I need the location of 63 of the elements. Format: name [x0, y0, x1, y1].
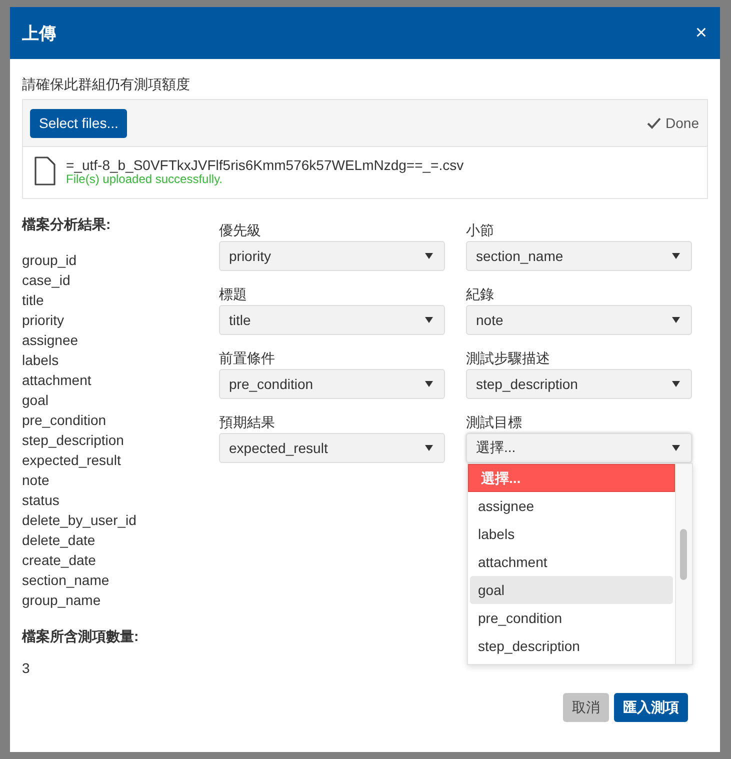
field-label: 標題: [219, 286, 247, 302]
file-icon: [34, 156, 56, 186]
dialog-title: 上傳: [22, 22, 56, 44]
select-field[interactable]: note: [466, 305, 692, 335]
scrollbar-thumb[interactable]: [680, 529, 687, 580]
field-name: create_date: [22, 551, 96, 570]
dropdown-option[interactable]: pre_condition: [470, 604, 673, 632]
field-name: priority: [22, 311, 64, 330]
field-name: attachment: [22, 371, 92, 390]
select-field[interactable]: expected_result: [219, 433, 445, 463]
field-label: 紀錄: [466, 286, 494, 302]
field-name: group_name: [22, 591, 101, 610]
field-name: case_id: [22, 271, 70, 290]
caret-icon: [425, 253, 433, 259]
field-label: 前置條件: [219, 350, 275, 366]
import-button[interactable]: 匯入測項: [614, 693, 688, 722]
field-name: status: [22, 491, 60, 510]
field-name: delete_by_user_id: [22, 511, 136, 530]
field-name: assignee: [22, 331, 78, 350]
field-label: 預期結果: [219, 414, 275, 430]
check-icon: [646, 117, 661, 129]
field-name: note: [22, 471, 50, 490]
dropdown-option[interactable]: assignee: [470, 492, 673, 520]
select-field[interactable]: section_name: [466, 241, 692, 271]
caret-icon: [672, 445, 680, 451]
file-name: =_utf-8_b_S0VFTkxJVFlf5ris6Kmm576k57WELmNzdg==_=.csv: [66, 156, 464, 172]
field-name: goal: [22, 391, 48, 410]
notice-text: 請確保此群組仍有測項額度: [22, 75, 190, 93]
field-label: 小節: [466, 222, 494, 238]
section-heading: 檔案所含測項數量:: [22, 628, 139, 644]
field-name: labels: [22, 351, 59, 370]
status-text: Done: [666, 115, 699, 131]
cancel-button[interactable]: 取消: [563, 693, 609, 722]
field-name: step_description: [22, 431, 124, 450]
caret-icon: [425, 317, 433, 323]
dropdown-option[interactable]: labels: [470, 520, 673, 548]
caret-icon: [672, 317, 680, 323]
section-heading: 檔案分析結果:: [22, 216, 111, 232]
caret-icon: [425, 381, 433, 387]
field-name: group_id: [22, 251, 76, 270]
select-field[interactable]: 選擇...: [466, 433, 692, 463]
dropdown-option[interactable]: goal: [470, 576, 673, 604]
caret-icon: [672, 381, 680, 387]
field-name: expected_result: [22, 451, 121, 470]
select-files-button[interactable]: Select files...: [30, 108, 128, 138]
field-name: section_name: [22, 571, 110, 590]
select-field[interactable]: title: [219, 305, 445, 335]
case-count: 3: [22, 660, 30, 676]
caret-icon: [425, 445, 433, 451]
select-field[interactable]: priority: [219, 241, 445, 271]
select-field[interactable]: pre_condition: [219, 369, 445, 399]
success-message: File(s) uploaded successfully.: [66, 172, 223, 186]
field-name: pre_condition: [22, 411, 106, 430]
field-name: delete_date: [22, 531, 96, 550]
close-button[interactable]: ×: [695, 23, 707, 43]
field-name: title: [22, 291, 44, 310]
field-label: 測試目標: [466, 414, 522, 430]
field-label: 測試步驟描述: [466, 350, 550, 366]
select-field[interactable]: step_description: [466, 369, 692, 399]
caret-icon: [672, 253, 680, 259]
field-label: 優先級: [219, 222, 261, 238]
dropdown-option[interactable]: step_description: [470, 632, 673, 660]
dropdown-option[interactable]: attachment: [470, 548, 673, 576]
